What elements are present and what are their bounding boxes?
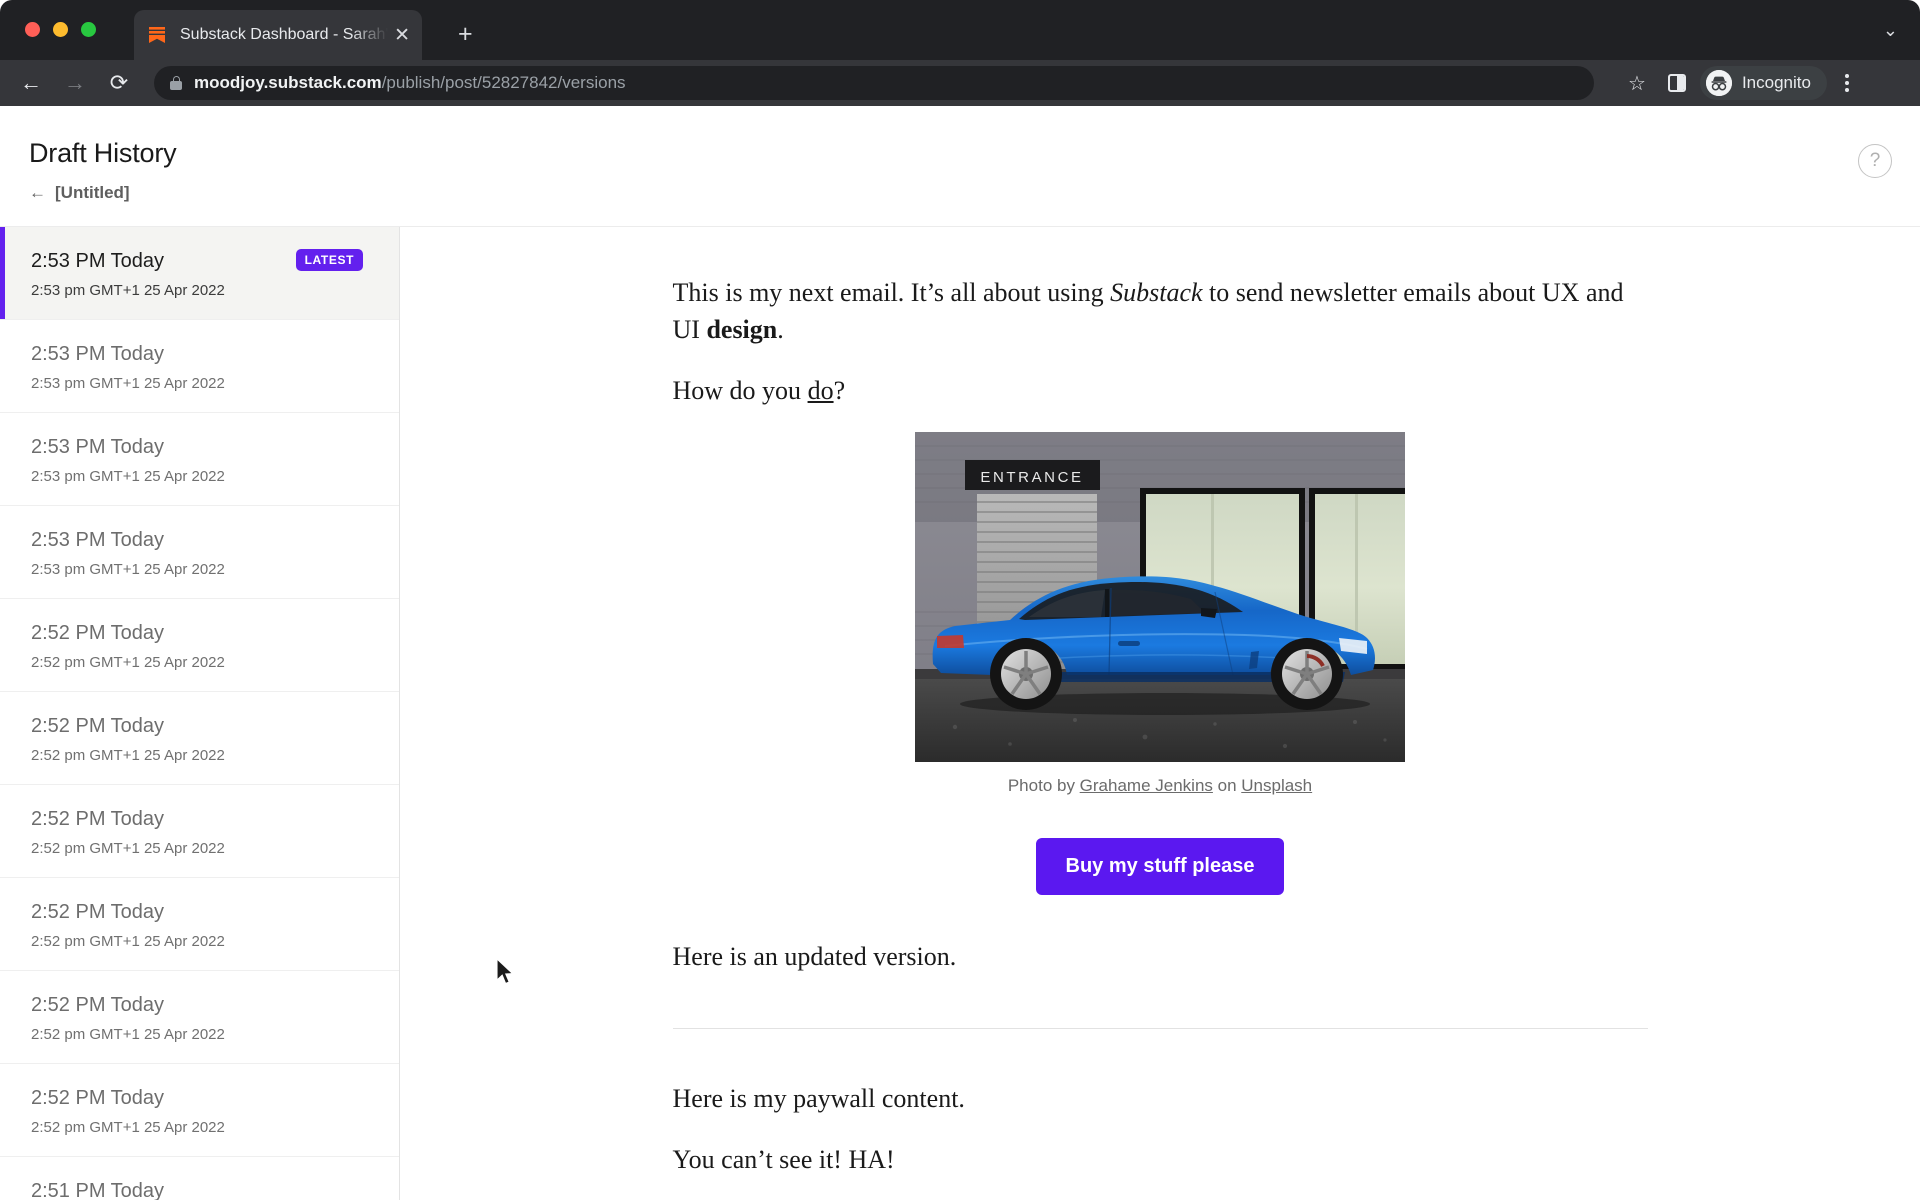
cta-container: Buy my stuff please (673, 837, 1648, 895)
incognito-profile-button[interactable]: Incognito (1699, 66, 1827, 100)
paragraph-intro: This is my next email. It’s all about us… (673, 275, 1648, 349)
minimize-window-button[interactable] (53, 22, 68, 37)
version-list-item[interactable]: 2:53 PM Today 2:53 pm GMT+1 25 Apr 2022 (0, 413, 399, 506)
email-document: This is my next email. It’s all about us… (672, 227, 1648, 1178)
rear-wheel (990, 637, 1062, 710)
page-header: Draft History ← [Untitled] ? (0, 106, 1920, 226)
back-to-post-link[interactable]: ← [Untitled] (29, 183, 130, 203)
version-time: 2:52 PM Today (31, 901, 165, 923)
version-date: 2:53 pm GMT+1 25 Apr 2022 (31, 282, 225, 299)
version-time: 2:52 PM Today (31, 1087, 165, 1109)
paragraph-cant-see: You can’t see it! HA! (672, 1144, 895, 1174)
version-time: 2:52 PM Today (31, 622, 165, 644)
browser-toolbar: ← → ⟳ moodjoy.substack.com/publish/post/… (0, 60, 1920, 106)
page-body: 2:53 PM Today 2:53 pm GMT+1 25 Apr 2022 LA… (0, 226, 1920, 1200)
paragraph-intro-italic: Substack (1110, 278, 1203, 307)
reload-icon[interactable]: ⟳ (106, 72, 132, 94)
version-time: 2:53 PM Today (31, 529, 165, 551)
version-date: 2:52 pm GMT+1 25 Apr 2022 (31, 1119, 225, 1136)
kebab-menu-icon[interactable] (1844, 74, 1849, 92)
version-date: 2:52 pm GMT+1 25 Apr 2022 (31, 1026, 225, 1043)
back-arrow-icon[interactable]: ← (18, 72, 44, 94)
version-preview-pane: This is my next email. It’s all about us… (400, 227, 1920, 1200)
latest-badge: LATEST (295, 249, 363, 271)
caption-prefix: Photo by (1007, 775, 1080, 795)
version-list-item[interactable]: 2:52 PM Today 2:52 pm GMT+1 25 Apr 2022 (0, 971, 399, 1064)
browser-window: Substack Dashboard - Sarah's ✕ + ⌄ ← → ⟳… (0, 0, 1920, 1200)
version-time: 2:53 PM Today (31, 343, 165, 365)
entrance-sign-text: ENTRANCE (980, 469, 1083, 486)
back-link-label: [Untitled] (55, 183, 130, 202)
side-panel-icon[interactable] (1667, 74, 1686, 92)
paragraph-paywall-content: Here is my paywall content. (672, 1083, 965, 1113)
address-bar[interactable]: moodjoy.substack.com/publish/post/528278… (154, 66, 1594, 100)
version-date: 2:52 pm GMT+1 25 Apr 2022 (31, 747, 225, 764)
url-domain: moodjoy.substack.com (194, 73, 382, 92)
substack-draft-history-page: Draft History ← [Untitled] ? 2:53 PM Tod… (0, 106, 1920, 1200)
version-time: 2:51 PM Today (31, 1180, 165, 1200)
window-traffic-lights (25, 22, 96, 37)
version-date: 2:53 pm GMT+1 25 Apr 2022 (31, 375, 225, 392)
paragraph-updated-version: Here is an updated version. (672, 941, 957, 971)
version-date: 2:53 pm GMT+1 25 Apr 2022 (31, 561, 225, 578)
version-list-sidebar[interactable]: 2:53 PM Today 2:53 pm GMT+1 25 Apr 2022 LA… (0, 227, 400, 1200)
buy-my-stuff-button[interactable]: Buy my stuff please (1035, 837, 1285, 895)
tab-search-chevron-down-icon[interactable]: ⌄ (1883, 20, 1898, 41)
version-list-item[interactable]: 2:52 PM Today 2:52 pm GMT+1 25 Apr 2022 (0, 785, 399, 878)
toolbar-actions: ☆ Incognito (1620, 66, 1849, 100)
page-title: Draft History (29, 138, 177, 168)
version-time: 2:53 PM Today (31, 436, 165, 458)
version-date: 2:52 pm GMT+1 25 Apr 2022 (31, 654, 225, 671)
paragraph-question-part1: How do you (672, 375, 808, 405)
photo-author-link[interactable]: Grahame Jenkins (1080, 776, 1213, 795)
version-list-item[interactable]: 2:52 PM Today 2:52 pm GMT+1 25 Apr 2022 (0, 878, 399, 971)
version-list-item[interactable]: 2:52 PM Today 2:52 pm GMT+1 25 Apr 2022 (0, 692, 399, 785)
version-time: 2:52 PM Today (31, 808, 165, 830)
version-date: 2:53 pm GMT+1 25 Apr 2022 (31, 468, 225, 485)
blue-sports-car-photo: ENTRANCE (915, 431, 1405, 762)
browser-tab-title: Substack Dashboard - Sarah's (180, 26, 389, 43)
browser-tab[interactable]: Substack Dashboard - Sarah's ✕ (134, 10, 422, 60)
close-window-button[interactable] (25, 22, 40, 37)
incognito-label: Incognito (1741, 73, 1811, 92)
version-list-item[interactable]: 2:53 PM Today 2:53 pm GMT+1 25 Apr 2022 (0, 320, 399, 413)
paragraph-question-part2: ? (833, 375, 846, 405)
paragraph-question-underline: do (807, 375, 834, 405)
version-list-item[interactable]: 2:53 PM Today 2:53 pm GMT+1 25 Apr 2022 LA… (0, 227, 399, 320)
paywall-divider (672, 1027, 1648, 1029)
new-tab-button[interactable]: + (458, 22, 473, 47)
bookmark-star-icon[interactable]: ☆ (1620, 71, 1654, 96)
close-tab-button[interactable]: ✕ (394, 26, 410, 45)
version-date: 2:52 pm GMT+1 25 Apr 2022 (31, 840, 225, 857)
paragraph-intro-bold: design (706, 314, 778, 344)
version-list-item[interactable]: 2:52 PM Today 2:52 pm GMT+1 25 Apr 2022 (0, 1064, 399, 1157)
version-date: 2:52 pm GMT+1 25 Apr 2022 (31, 933, 225, 950)
front-wheel (1271, 637, 1343, 710)
paragraph-intro-part1: This is my next email. It’s all about us… (672, 278, 1111, 307)
photo-caption: Photo by Grahame Jenkins on Unsplash (673, 776, 1648, 796)
version-list-item[interactable]: 2:51 PM Today2:51 pm GMT+1 25 Apr 2022 (0, 1157, 399, 1200)
substack-favicon-icon (146, 24, 168, 46)
photo-figure: ENTRANCE Photo by Grahame Jenkins on Uns… (673, 431, 1648, 796)
version-list-item[interactable]: 2:52 PM Today 2:52 pm GMT+1 25 Apr 2022 (0, 599, 399, 692)
caption-middle: on (1212, 775, 1242, 795)
version-time: 2:52 PM Today (31, 994, 165, 1016)
address-bar-url: moodjoy.substack.com/publish/post/528278… (194, 73, 626, 93)
paragraph-question: How do you do? (673, 373, 1648, 410)
version-list-item[interactable]: 2:53 PM Today 2:53 pm GMT+1 25 Apr 2022 (0, 506, 399, 599)
help-icon[interactable]: ? (1858, 144, 1892, 178)
version-time: 2:52 PM Today (31, 715, 165, 737)
incognito-avatar-icon (1705, 70, 1732, 96)
maximize-window-button[interactable] (81, 22, 96, 37)
paragraph-intro-part3: . (777, 314, 784, 344)
photo-source-link[interactable]: Unsplash (1241, 776, 1312, 795)
url-path: /publish/post/52827842/versions (381, 73, 626, 92)
forward-arrow-icon[interactable]: → (62, 72, 88, 94)
lock-icon (170, 76, 182, 90)
browser-tab-strip: Substack Dashboard - Sarah's ✕ + ⌄ (0, 0, 1920, 60)
back-arrow-icon: ← (29, 183, 46, 202)
